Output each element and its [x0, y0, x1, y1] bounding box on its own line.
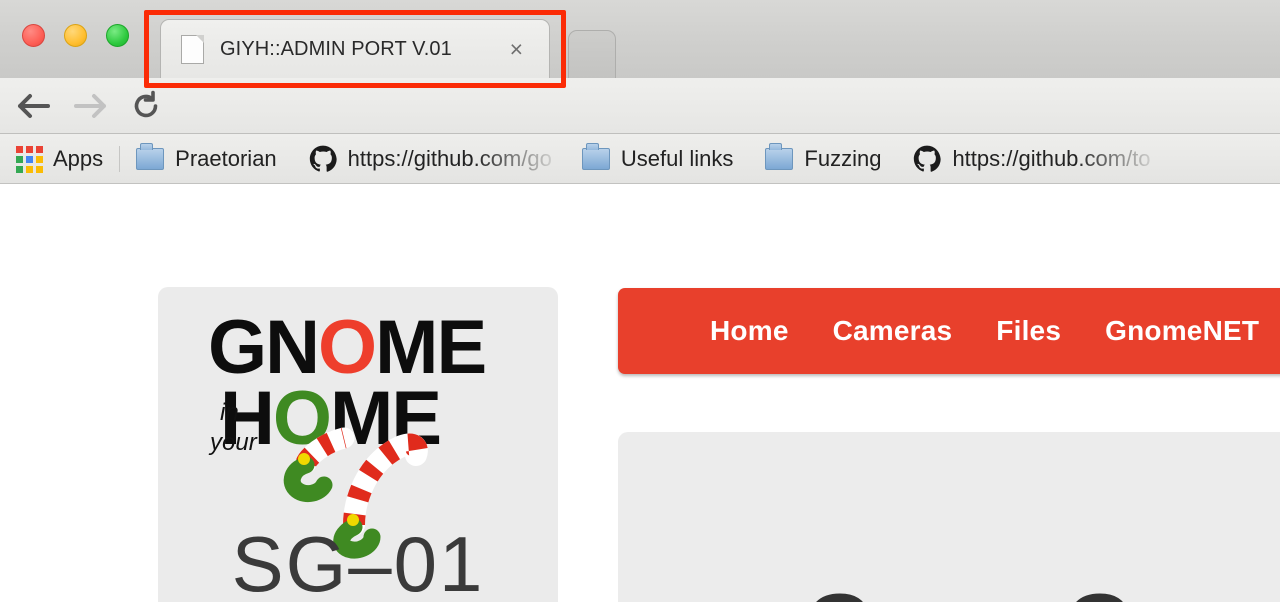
nav-item-cameras[interactable]: Cameras — [833, 315, 953, 347]
bookmarks-divider — [119, 145, 121, 172]
panel-glyph-right: C — [1064, 580, 1132, 602]
main-content-panel: C C — [618, 432, 1280, 602]
nav-item-home[interactable]: Home — [710, 315, 789, 347]
browser-tab-strip: GIYH::ADMIN PORT V.01 × — [0, 0, 1280, 78]
tab-title: GIYH::ADMIN PORT V.01 — [220, 37, 452, 60]
folder-icon — [765, 142, 794, 170]
maximize-window-button[interactable] — [106, 24, 129, 47]
nav-item-files[interactable]: Files — [996, 315, 1061, 347]
forward-arrow-icon — [72, 88, 108, 124]
bookmark-github-2[interactable]: https://github.com/to — [911, 134, 1152, 183]
window-controls — [22, 24, 129, 47]
bookmark-label: https://github.com/go — [347, 145, 552, 171]
gnome-logo-card: GNOME HOME in your SG–01 — [158, 287, 558, 602]
folder-icon — [136, 142, 165, 170]
github-icon — [913, 145, 942, 173]
bookmarks-bar: Apps Praetorian https://github.com/go Us… — [0, 134, 1280, 184]
bookmark-label: Useful links — [620, 145, 734, 171]
bookmark-apps[interactable]: Apps — [14, 134, 105, 183]
bookmark-praetorian[interactable]: Praetorian — [134, 134, 279, 183]
page-icon — [181, 34, 204, 64]
navigation-buttons — [16, 78, 164, 134]
panel-glyph-left: C — [804, 580, 872, 602]
page-content: GNOME HOME in your SG–01 Home Cameras Fi… — [0, 184, 1280, 602]
bookmark-useful-links[interactable]: Useful links — [580, 134, 735, 183]
bookmark-label: Fuzzing — [804, 145, 882, 171]
browser-toolbar: 52.2.229.189 — [0, 78, 1280, 212]
bell-left — [298, 453, 310, 465]
github-icon — [309, 145, 337, 173]
reload-icon[interactable] — [128, 88, 164, 124]
bookmark-label: Praetorian — [175, 145, 277, 171]
minimize-window-button[interactable] — [64, 24, 87, 47]
close-tab-icon[interactable]: × — [510, 37, 523, 61]
nav-item-gnomenet[interactable]: GnomeNET — [1105, 315, 1259, 347]
panel-icon-row: C C — [618, 580, 1280, 602]
close-window-button[interactable] — [22, 24, 45, 47]
bookmark-github-1[interactable]: https://github.com/go — [307, 134, 554, 183]
apps-grid-icon — [16, 145, 43, 173]
screenshot-root: GIYH::ADMIN PORT V.01 × Apps Praetorian … — [0, 0, 1280, 602]
browser-tab-inactive[interactable] — [568, 30, 616, 78]
site-navigation-bar: Home Cameras Files GnomeNET — [618, 288, 1280, 374]
browser-tab-active[interactable]: GIYH::ADMIN PORT V.01 × — [160, 19, 550, 78]
back-arrow-icon[interactable] — [16, 88, 52, 124]
logo-model-number: SG–01 — [231, 520, 485, 602]
folder-icon — [581, 142, 610, 170]
bookmark-label: https://github.com/to — [952, 145, 1151, 171]
bookmark-fuzzing[interactable]: Fuzzing — [763, 134, 883, 183]
bookmark-label: Apps — [53, 145, 104, 171]
